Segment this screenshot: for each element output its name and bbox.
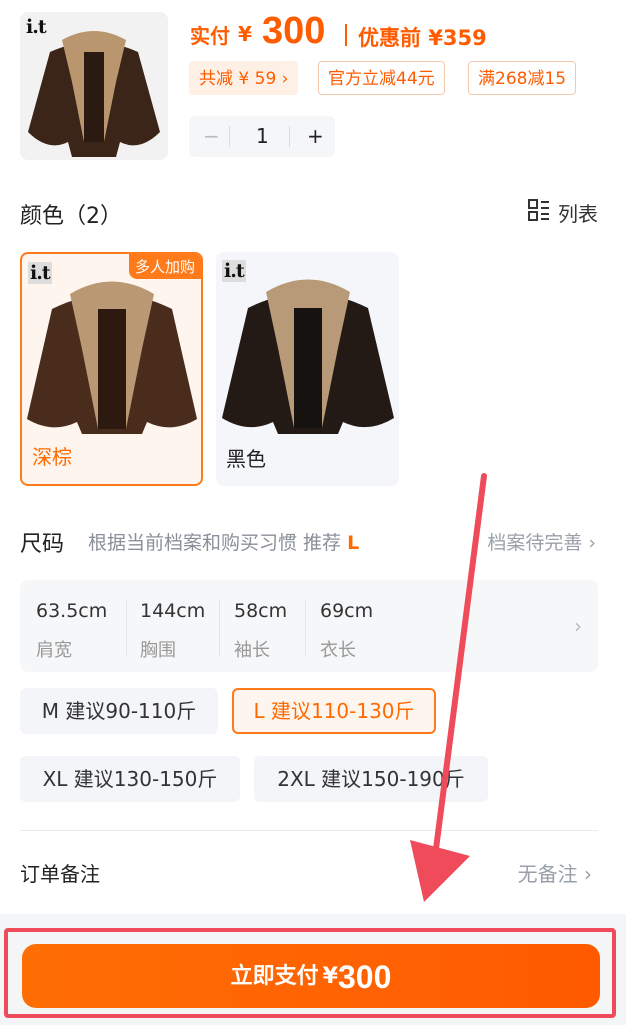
annotation-arrow [410,473,487,902]
